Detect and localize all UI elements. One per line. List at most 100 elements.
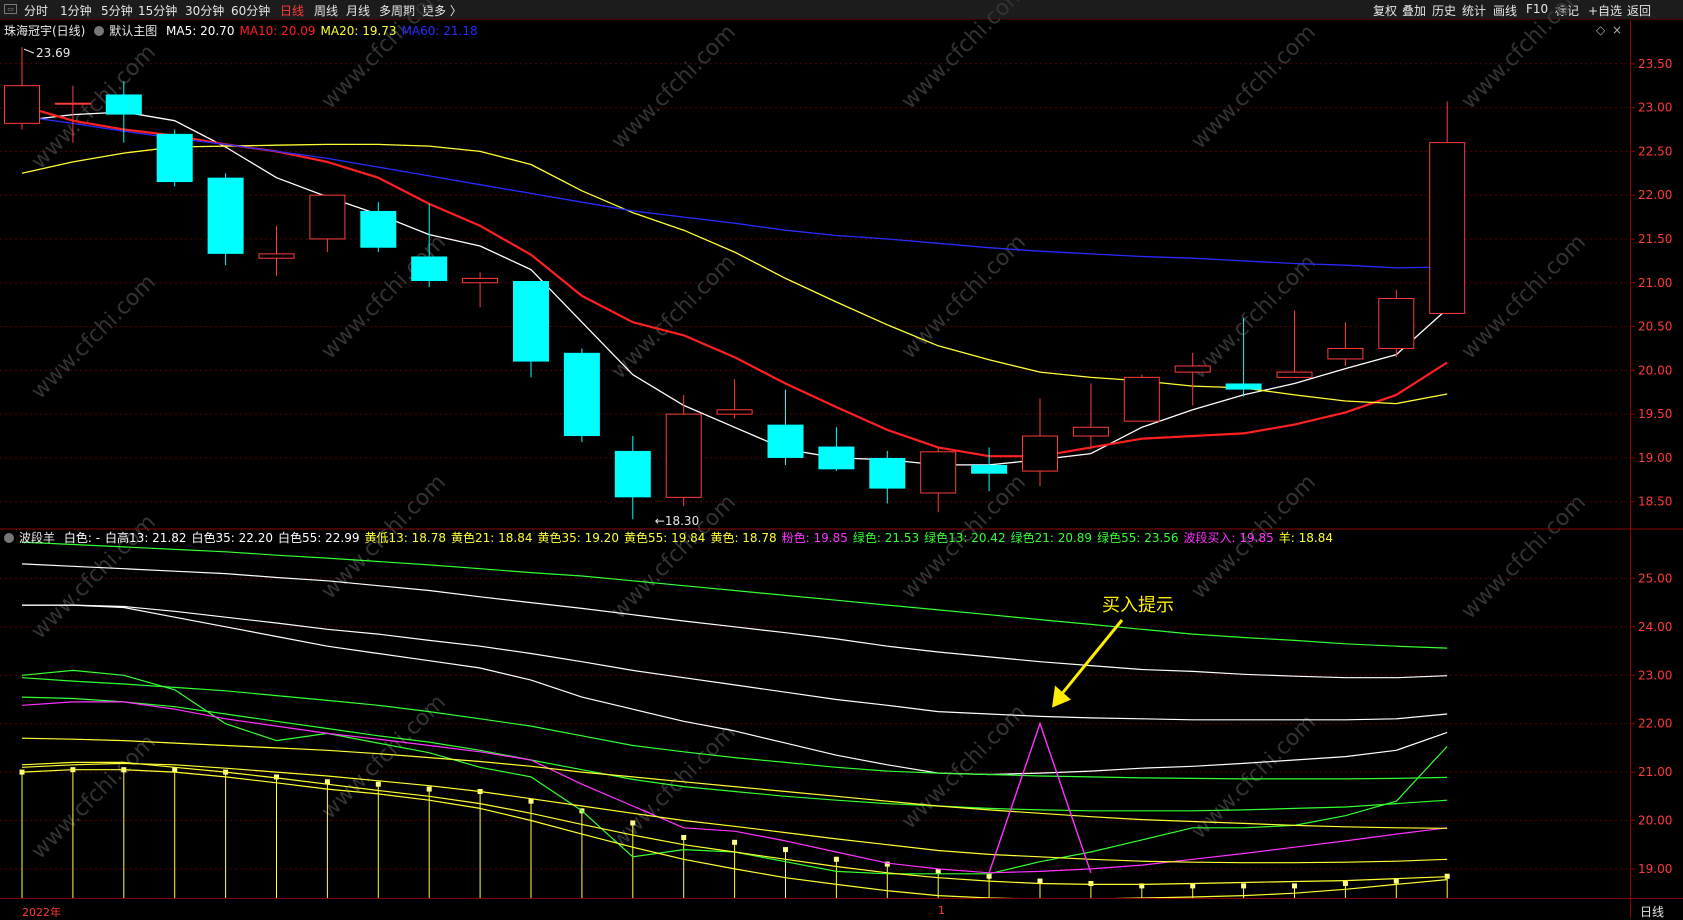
candle-body bbox=[767, 424, 804, 458]
settings-icon[interactable] bbox=[94, 26, 105, 36]
candle-body bbox=[258, 253, 295, 259]
legend-item: 绿色13: 20.42 bbox=[924, 531, 1006, 545]
legend-item: 黄色21: 18.84 bbox=[450, 531, 533, 545]
band-line bbox=[22, 604, 1448, 776]
candle bbox=[1072, 383, 1109, 450]
candle bbox=[462, 272, 499, 308]
watermark-text: www.cfchi.com bbox=[1457, 490, 1591, 624]
candle bbox=[258, 225, 295, 276]
watermark-text: www.cfchi.com bbox=[1187, 20, 1321, 154]
watermark-text: www.cfchi.com bbox=[1457, 0, 1591, 114]
y-tick-label: 19.00 bbox=[1638, 451, 1672, 465]
watermark-text: www.cfchi.com bbox=[317, 230, 451, 364]
watermark-text: www.cfchi.com bbox=[607, 20, 741, 154]
candle bbox=[156, 129, 193, 187]
candle-body bbox=[716, 409, 753, 415]
candle-body bbox=[462, 277, 499, 284]
candle-body bbox=[513, 281, 549, 362]
legend-item: 白色35: 22.20 bbox=[191, 531, 274, 545]
yellow-bar-marker bbox=[833, 856, 839, 862]
candle-body bbox=[1225, 383, 1262, 390]
legend-item: 绿色: 21.53 bbox=[852, 531, 920, 545]
buy-hint-arrow bbox=[1060, 619, 1124, 695]
min-price-label: ←18.30 bbox=[655, 514, 699, 528]
yellow-bar-marker bbox=[1292, 883, 1297, 889]
watermark-text: www.cfchi.com bbox=[897, 230, 1031, 364]
candle bbox=[1429, 101, 1466, 314]
candle-body bbox=[971, 464, 1008, 474]
legend-item: 绿色21: 20.89 bbox=[1010, 531, 1093, 545]
buy-hint-arrowhead bbox=[1052, 685, 1071, 708]
yellow-bar-marker bbox=[1342, 880, 1348, 886]
yellow-bar-marker bbox=[1241, 883, 1247, 889]
candle-body bbox=[105, 94, 142, 115]
watermark-text: www.cfchi.com bbox=[607, 250, 741, 384]
legend-item: 波段买入: 19.85 bbox=[1183, 531, 1274, 545]
yellow-bar-marker bbox=[783, 847, 788, 853]
legend-item: 白色55: 22.99 bbox=[278, 531, 360, 545]
indicator-name[interactable]: 默认主图 bbox=[109, 24, 157, 38]
yellow-bar-marker bbox=[1037, 878, 1043, 884]
legend-item: 白高13: 21.82 bbox=[105, 531, 187, 545]
candle-body bbox=[563, 352, 600, 437]
watermark-text: www.cfchi.com bbox=[897, 0, 1031, 114]
y-tick-label: 22.50 bbox=[1638, 144, 1672, 158]
legend-item: MA60: 21.18 bbox=[401, 24, 478, 38]
candle-body bbox=[1072, 426, 1109, 437]
watermark-text: www.cfchi.com bbox=[897, 700, 1031, 834]
band-line bbox=[22, 604, 1448, 721]
expand-icon: ◇ bbox=[1596, 23, 1606, 37]
y-tick-label: 24.00 bbox=[1638, 620, 1672, 634]
candle-body bbox=[156, 133, 193, 183]
candle-body bbox=[1174, 365, 1211, 373]
candle bbox=[309, 194, 346, 253]
candle-body bbox=[1276, 371, 1313, 378]
yellow-bar-marker bbox=[732, 839, 738, 845]
watermark-text: www.cfchi.com bbox=[1187, 250, 1321, 384]
buy-hint-label: 买入提示 bbox=[1102, 595, 1174, 616]
candle bbox=[1123, 374, 1160, 422]
legend-item: MA20: 19.73 bbox=[320, 24, 397, 38]
settings-icon[interactable] bbox=[4, 533, 14, 543]
kline-chart: www.cfchi.com www.cfchi.com www.cfchi.com w… bbox=[0, 0, 1683, 918]
candle bbox=[1276, 310, 1313, 378]
period-button[interactable]: 日线 bbox=[1640, 903, 1664, 920]
legend-item: 白色: - bbox=[63, 531, 101, 545]
max-price-label: 23.69 bbox=[36, 46, 70, 60]
legend-item: 粉色: 19.85 bbox=[781, 531, 848, 545]
legend-item: 黄色55: 19.84 bbox=[623, 531, 706, 545]
candle bbox=[1378, 289, 1415, 358]
legend-item: 黄低13: 18.78 bbox=[364, 531, 446, 545]
candle-body bbox=[869, 457, 906, 489]
candle bbox=[1022, 398, 1058, 486]
main-legend: 珠海冠宇(日线) 默认主图 MA5: 20.70 MA10: 20.09 MA20:… bbox=[4, 22, 488, 39]
y-tick-label: 22.00 bbox=[1638, 717, 1672, 731]
y-tick-label: 20.00 bbox=[1638, 814, 1672, 828]
legend-item: 黄色: 18.78 bbox=[710, 531, 777, 545]
watermark-text: www.cfchi.com bbox=[317, 0, 451, 114]
candle bbox=[207, 173, 244, 266]
y-tick-label: 18.50 bbox=[1638, 495, 1672, 509]
yellow-bar-marker bbox=[1190, 883, 1196, 889]
band-line bbox=[21, 563, 1448, 679]
y-tick-label: 21.00 bbox=[1638, 276, 1672, 290]
watermark-text: www.cfchi.com bbox=[27, 730, 161, 864]
y-tick-label: 20.50 bbox=[1638, 320, 1672, 334]
y-tick-label: 22.00 bbox=[1638, 188, 1672, 202]
sub-indicator-name[interactable]: 波段羊 bbox=[19, 531, 55, 545]
candle-body bbox=[411, 256, 448, 282]
sub-legend: 波段羊 白色: - 白高13: 21.82 白色35: 22.20 白色55: 22.… bbox=[4, 529, 1343, 546]
yellow-bar-marker bbox=[375, 781, 381, 787]
candle-body bbox=[1327, 347, 1364, 360]
yellow-bar-marker bbox=[630, 820, 636, 826]
candle bbox=[665, 394, 702, 507]
watermark-text: www.cfchi.com bbox=[317, 690, 451, 824]
watermark-layer: www.cfchi.com www.cfchi.com www.cfchi.com w… bbox=[27, 0, 1591, 864]
yellow-bar-marker bbox=[1088, 880, 1094, 886]
y-tick-label: 21.50 bbox=[1638, 232, 1672, 246]
watermark-text: www.cfchi.com bbox=[27, 270, 161, 404]
watermark-text: www.cfchi.com bbox=[1457, 230, 1591, 364]
legend-item: MA10: 20.09 bbox=[239, 24, 316, 38]
y-tick-label: 25.00 bbox=[1638, 571, 1672, 585]
legend-item: 绿色55: 23.56 bbox=[1097, 531, 1179, 545]
